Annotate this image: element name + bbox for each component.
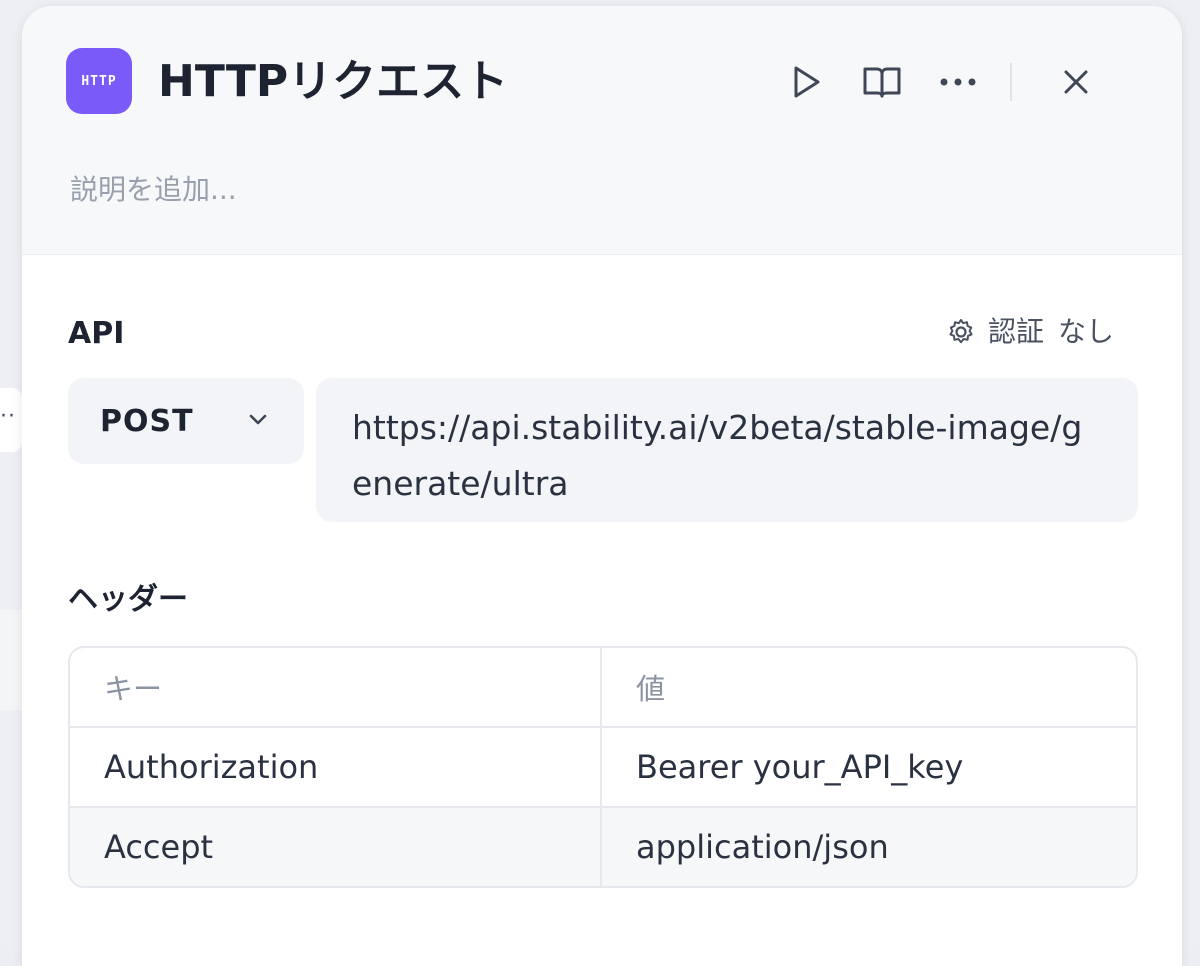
header-divider <box>1010 63 1012 101</box>
header-value-cell[interactable]: application/json <box>602 808 1136 886</box>
node-title[interactable]: HTTPリクエスト <box>158 52 508 112</box>
node-handle-dots-icon[interactable]: ·· <box>0 404 16 429</box>
canvas-node-peek-2 <box>0 610 22 710</box>
close-button[interactable] <box>1052 58 1100 106</box>
column-header-value: 値 <box>636 672 666 706</box>
table-row: Accept application/json <box>70 806 1136 886</box>
chevron-down-icon <box>246 408 270 432</box>
docs-button[interactable] <box>858 58 906 106</box>
url-input[interactable]: https://api.stability.ai/v2beta/stable-i… <box>316 378 1138 522</box>
api-section-label: API <box>68 316 125 351</box>
method-select[interactable]: POST <box>68 378 304 464</box>
header-key-cell[interactable]: Accept <box>70 808 602 886</box>
auth-value: なし <box>1057 315 1114 348</box>
run-button[interactable] <box>782 58 830 106</box>
header-value-cell[interactable]: Bearer your_API_key <box>602 728 1136 806</box>
table-row: Authorization Bearer your_API_key <box>70 726 1136 806</box>
http-icon-text: HTTP <box>81 73 117 89</box>
play-icon <box>794 66 820 98</box>
headers-section-label: ヘッダー <box>68 582 188 617</box>
column-header-key: キー <box>70 648 602 726</box>
node-settings-panel: HTTP HTTPリクエスト 説明を追加... API 認証 なし POST h… <box>22 6 1182 966</box>
method-value: POST <box>100 403 194 439</box>
book-icon <box>863 67 901 98</box>
auth-button[interactable]: 認証 なし <box>946 312 1114 352</box>
close-icon <box>1064 70 1088 94</box>
more-dots-icon <box>940 78 976 86</box>
header-actions <box>782 58 1100 106</box>
description-input[interactable]: 説明を追加... <box>70 170 237 210</box>
auth-label: 認証 <box>987 315 1044 348</box>
table-header-row: キー 値 <box>70 648 1136 726</box>
headers-table: キー 値 Authorization Bearer your_API_key A… <box>68 646 1138 888</box>
header-key-cell[interactable]: Authorization <box>70 728 602 806</box>
gear-icon <box>946 317 976 347</box>
more-button[interactable] <box>934 58 982 106</box>
http-node-icon: HTTP <box>66 48 132 114</box>
panel-header: HTTP HTTPリクエスト 説明を追加... <box>22 6 1182 255</box>
